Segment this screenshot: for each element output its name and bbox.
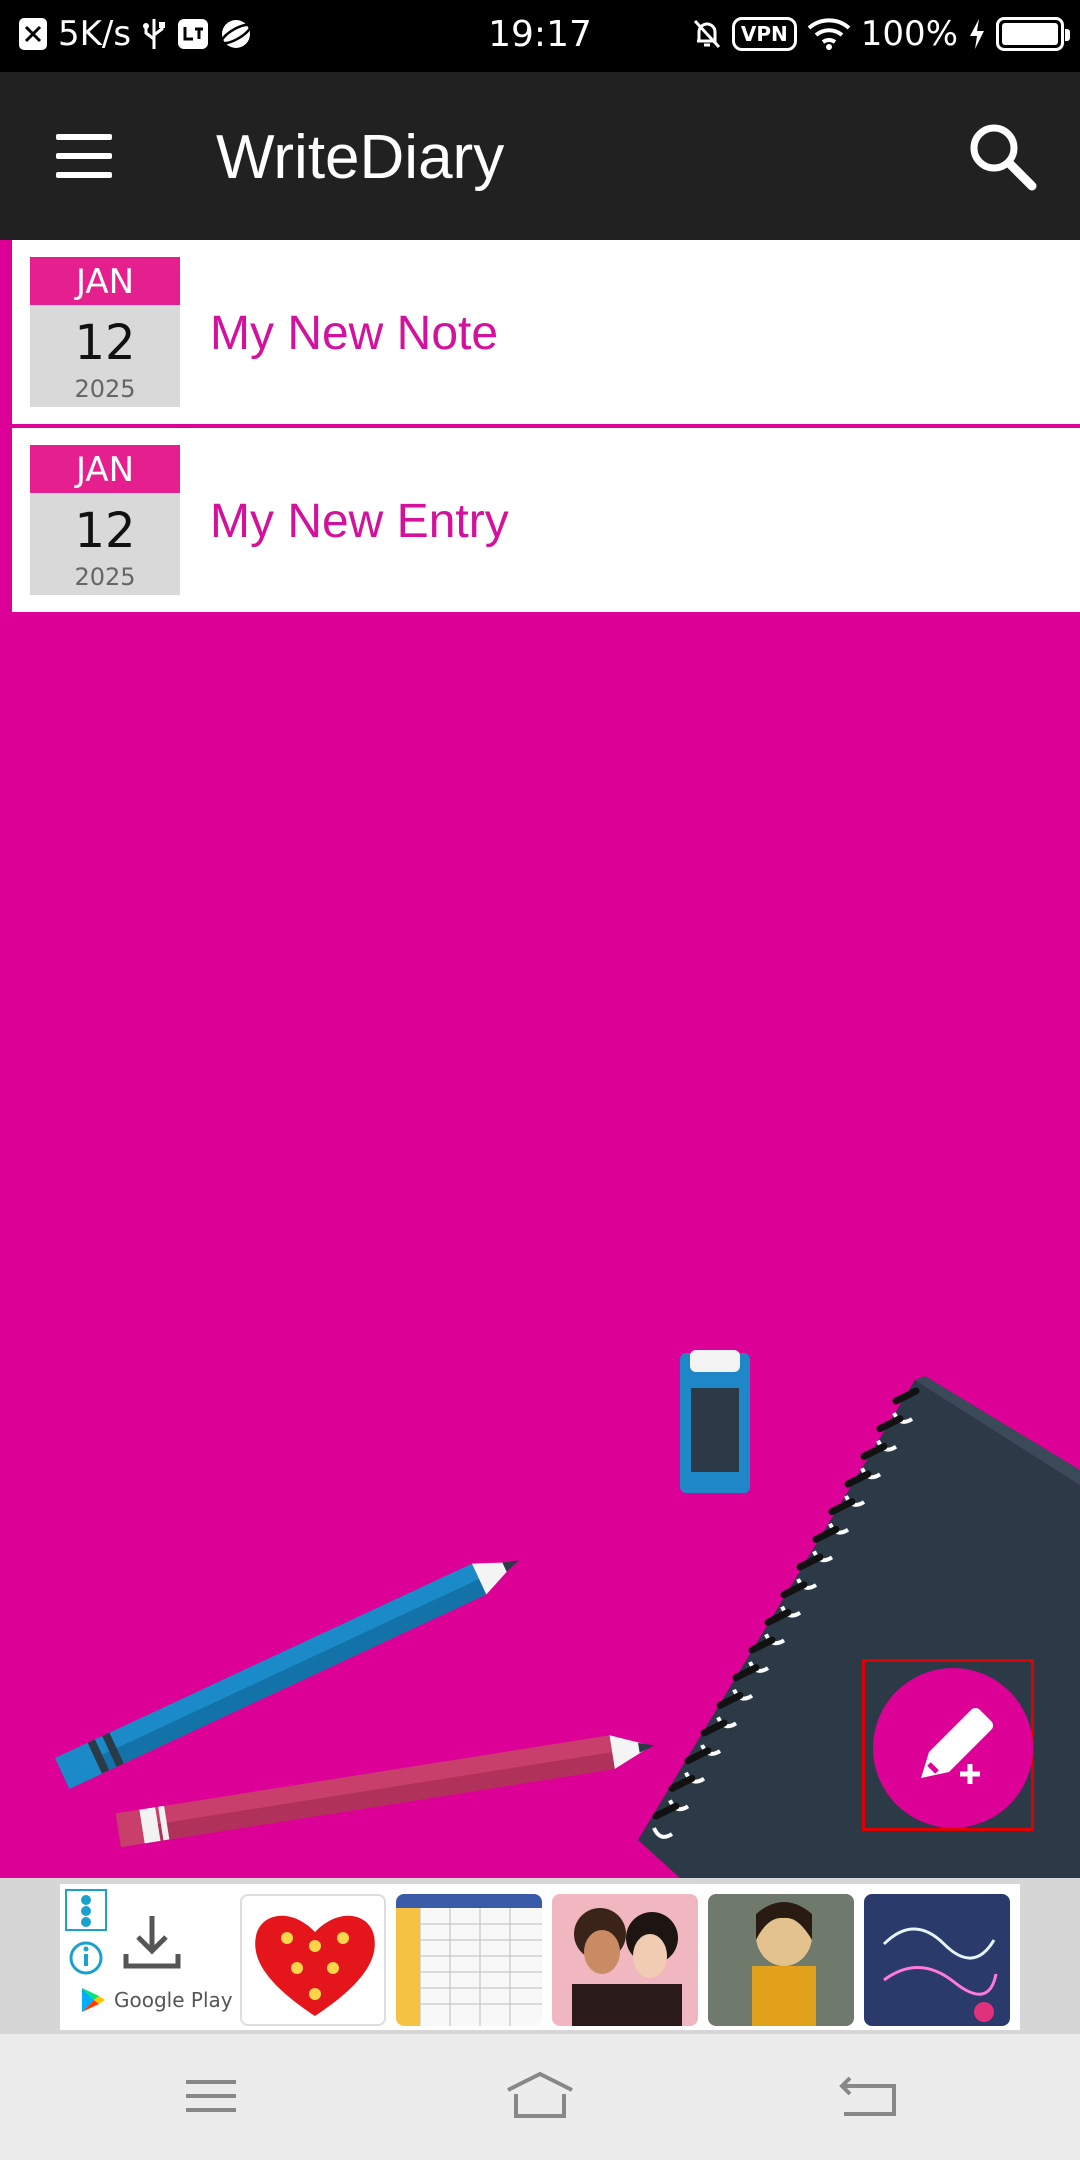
app-title: WriteDiary bbox=[216, 123, 505, 192]
eraser-graphic bbox=[680, 1350, 750, 1493]
menu-button[interactable] bbox=[44, 124, 124, 188]
vpn-badge: VPN bbox=[731, 17, 797, 51]
ad-image-neon-sign[interactable] bbox=[864, 1894, 1010, 2026]
edit-add-icon bbox=[921, 1707, 994, 1784]
charging-icon bbox=[970, 19, 984, 49]
entry-month: JAN bbox=[30, 257, 180, 305]
entry-title: My New Note bbox=[210, 307, 499, 360]
ad-content[interactable]: Google Play bbox=[60, 1884, 1020, 2030]
recent-apps-icon[interactable] bbox=[172, 2064, 252, 2128]
google-play-icon bbox=[82, 1988, 105, 2012]
new-entry-button[interactable] bbox=[873, 1668, 1033, 1828]
system-nav-bar bbox=[0, 2034, 1080, 2160]
ad-image-portrait[interactable] bbox=[552, 1894, 698, 2026]
red-pencil-graphic bbox=[115, 1735, 655, 1848]
entry-year: 2025 bbox=[74, 563, 136, 591]
adchoices-icon[interactable] bbox=[64, 1888, 108, 1984]
status-right: VPN 100% bbox=[692, 14, 1070, 54]
ad-image-doll[interactable] bbox=[708, 1894, 854, 2026]
diary-entry-2[interactable]: JAN 12 2025 My New Entry bbox=[12, 428, 1080, 612]
google-play-label: Google Play bbox=[114, 1988, 233, 2012]
back-icon[interactable] bbox=[830, 2064, 910, 2128]
entry-day: 12 bbox=[74, 315, 136, 371]
home-icon[interactable] bbox=[500, 2064, 580, 2128]
status-bar: 5K/s 19:17 VPN 100% bbox=[0, 0, 1080, 72]
ad-banner: Google Play bbox=[0, 1878, 1080, 2034]
diary-list: JAN 12 2025 My New Note JAN 12 2025 My N… bbox=[0, 240, 1080, 1878]
entry-month: JAN bbox=[30, 445, 180, 493]
entry-day: 12 bbox=[74, 503, 136, 559]
diary-entry-1[interactable]: JAN 12 2025 My New Note bbox=[12, 240, 1080, 424]
battery-percent: 100% bbox=[860, 14, 958, 54]
wifi-icon bbox=[807, 18, 851, 50]
ad-image-heart[interactable] bbox=[240, 1894, 386, 2026]
date-badge: JAN 12 2025 bbox=[30, 445, 180, 595]
date-badge: JAN 12 2025 bbox=[30, 257, 180, 407]
menu-icon bbox=[56, 134, 112, 140]
new-entry-highlight bbox=[862, 1659, 1034, 1831]
blue-pencil-graphic bbox=[55, 1560, 520, 1789]
app-bar: WriteDiary bbox=[0, 72, 1080, 240]
download-icon[interactable] bbox=[120, 1910, 184, 1974]
battery-icon bbox=[996, 17, 1070, 51]
google-play-badge[interactable]: Google Play bbox=[80, 1986, 233, 2014]
search-icon[interactable] bbox=[960, 114, 1044, 198]
entry-title: My New Entry bbox=[210, 495, 509, 548]
mute-bell-icon bbox=[693, 19, 721, 49]
ad-image-calendar[interactable] bbox=[396, 1894, 542, 2026]
entry-year: 2025 bbox=[74, 375, 136, 403]
